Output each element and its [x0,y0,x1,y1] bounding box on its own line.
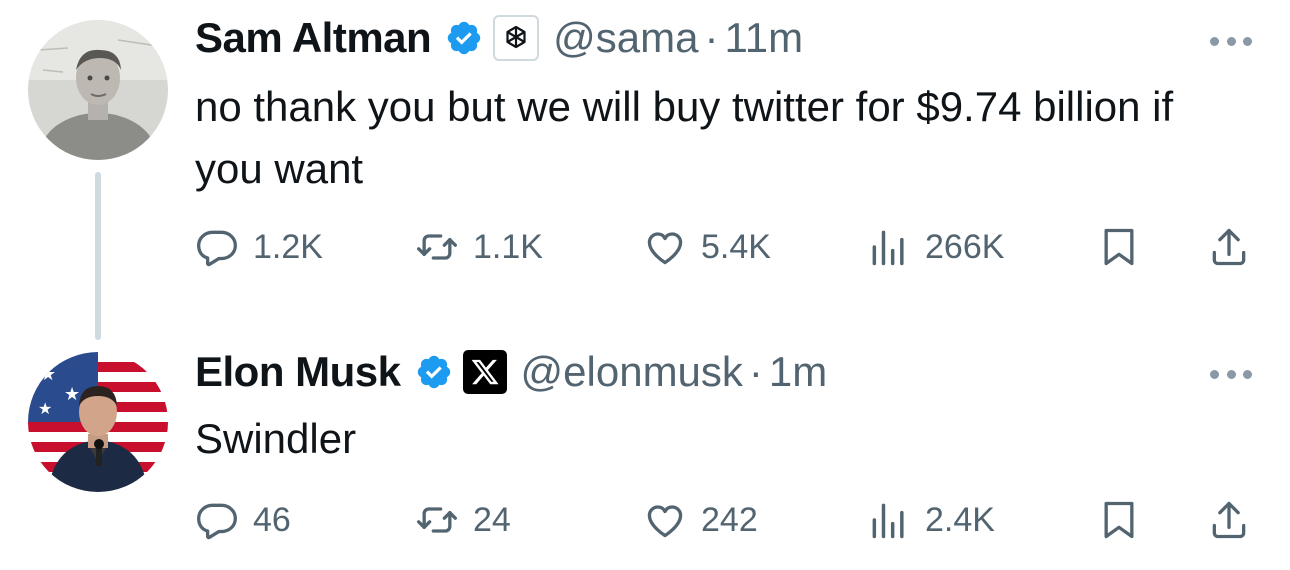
header-separator: · [748,348,763,395]
x-logo-icon[interactable] [462,350,507,394]
share-upload-icon [1212,228,1246,266]
repost-icon [417,234,457,260]
like-count: 242 [701,500,758,539]
reply-count: 1.2K [253,227,323,266]
header-separator: · [704,14,719,61]
repost-icon [417,507,457,533]
like-button[interactable]: 5.4K [643,222,771,272]
author-name[interactable]: Sam Altman [195,14,432,62]
avatar-elon-musk[interactable]: ★ ★ ★ [28,352,168,492]
tweet-1[interactable]: Sam Altman @sama · 11m no thank you but … [0,0,1290,340]
bookmark-button[interactable] [1097,222,1141,272]
author-name[interactable]: Elon Musk [195,348,401,396]
tweet-header: Sam Altman @sama · 11m [195,14,803,62]
tweet-actions: 1.2K 1.1K 5.4K 266K [195,222,1255,272]
bookmark-button[interactable] [1097,495,1141,545]
svg-text:★: ★ [40,364,56,385]
avatar-sam-altman[interactable] [28,20,168,160]
views-button[interactable]: 266K [867,222,1004,272]
repost-count: 24 [473,500,511,539]
tweet-actions: 46 24 242 2.4K [195,495,1255,545]
more-options-icon[interactable] [1210,368,1252,380]
avatar-image [28,20,168,160]
bookmark-icon [1104,501,1134,539]
like-button[interactable]: 242 [643,495,758,545]
reply-button[interactable]: 46 [195,495,291,545]
analytics-bars-icon [872,503,904,539]
svg-text:★: ★ [64,384,80,405]
heart-icon [647,232,683,265]
view-count: 2.4K [925,500,995,539]
heart-icon [647,505,683,538]
like-count: 5.4K [701,227,771,266]
tweet-2[interactable]: ★ ★ ★ Elon Musk @elonmusk · 1m Swindler [0,330,1290,570]
repost-button[interactable]: 1.1K [415,222,543,272]
share-button[interactable] [1207,495,1251,545]
bookmark-icon [1104,228,1134,266]
avatar-image: ★ ★ ★ [28,352,168,492]
tweet-header: Elon Musk @elonmusk · 1m [195,348,827,396]
verified-badge-icon [447,21,481,55]
svg-text:★: ★ [38,399,52,418]
analytics-bars-icon [872,230,904,266]
tweet-text: no thank you but we will buy twitter for… [195,83,1174,192]
repost-button[interactable]: 24 [415,495,511,545]
thread-connector-line [95,172,101,340]
author-handle[interactable]: @sama [553,14,698,62]
share-button[interactable] [1207,222,1251,272]
reply-count: 46 [253,500,291,539]
tweet-text: Swindler [195,415,357,462]
view-count: 266K [925,227,1005,266]
tweet-timestamp[interactable]: 1m [769,348,827,396]
author-handle[interactable]: @elonmusk [521,348,743,396]
reply-icon [197,230,237,267]
tweet-timestamp[interactable]: 11m [725,14,804,62]
views-button[interactable]: 2.4K [867,495,995,545]
reply-button[interactable]: 1.2K [195,222,323,272]
openai-logo-icon[interactable] [493,15,540,61]
more-options-icon[interactable] [1210,35,1252,47]
reply-icon [197,503,237,540]
repost-count: 1.1K [473,227,543,266]
share-upload-icon [1212,501,1246,539]
verified-badge-icon [417,355,450,389]
